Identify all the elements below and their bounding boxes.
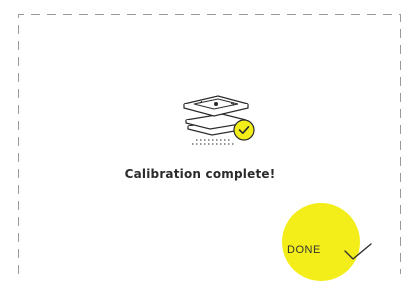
done-button-label: DONE (287, 244, 321, 256)
status-message: Calibration complete! (124, 167, 276, 181)
calibration-plate-icon (183, 95, 255, 145)
checkmark-icon (344, 243, 372, 260)
done-button[interactable]: DONE (282, 203, 380, 281)
